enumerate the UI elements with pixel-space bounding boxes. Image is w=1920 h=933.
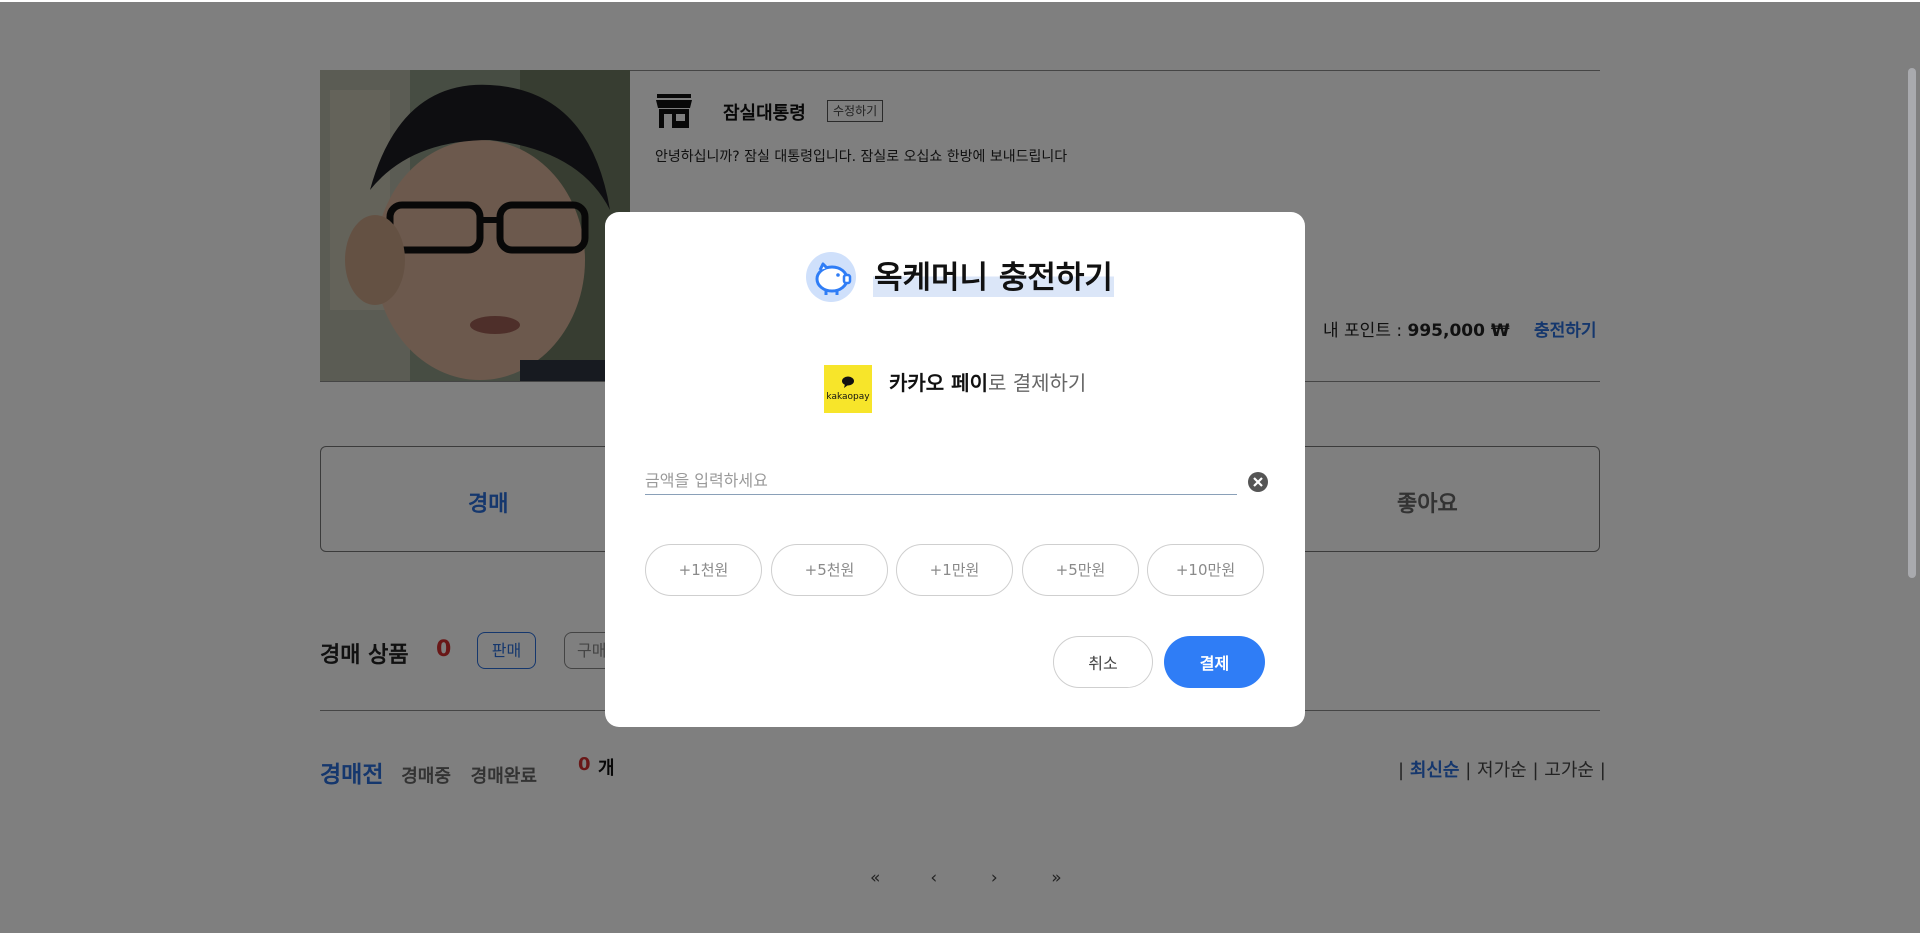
quick-amount-50000[interactable]: +5만원 — [1022, 544, 1139, 596]
cancel-button[interactable]: 취소 — [1053, 636, 1153, 688]
piggy-bank-icon — [806, 252, 856, 302]
modal-title: 옥케머니 충전하기 — [873, 252, 1114, 297]
top-edge — [0, 0, 1920, 2]
quick-amount-10000[interactable]: +1만원 — [896, 544, 1013, 596]
charge-modal: 옥케머니 충전하기 kakaopay 카카오 페이로 결제하기 +1천원 +5천… — [605, 212, 1305, 727]
quick-amount-100000[interactable]: +10만원 — [1147, 544, 1264, 596]
kakaopay-logo-text: kakaopay — [826, 392, 870, 402]
payment-method-name: 카카오 페이 — [889, 371, 988, 395]
amount-input[interactable] — [645, 467, 1237, 495]
kakaopay-logo: kakaopay — [824, 365, 872, 413]
payment-method-suffix: 로 결제하기 — [987, 371, 1087, 395]
clear-icon[interactable] — [1247, 471, 1269, 493]
quick-amount-1000[interactable]: +1천원 — [645, 544, 762, 596]
pay-button[interactable]: 결제 — [1164, 636, 1265, 688]
kakaopay-logo-mark: kakaopay — [826, 376, 870, 402]
scrollbar-thumb[interactable] — [1908, 68, 1916, 578]
quick-amount-5000[interactable]: +5천원 — [771, 544, 888, 596]
payment-method: 카카오 페이로 결제하기 — [889, 367, 1086, 396]
